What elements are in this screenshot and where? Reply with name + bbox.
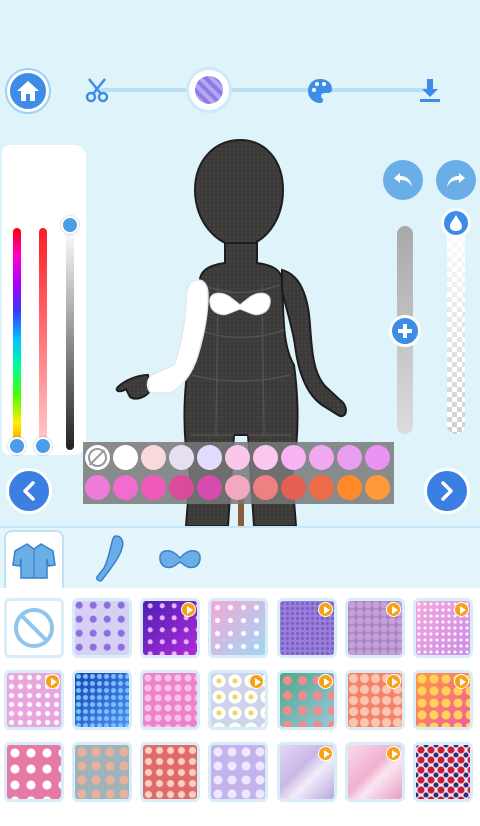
scissors-icon xyxy=(85,78,109,103)
water-drop-icon xyxy=(450,215,462,231)
color-slider-panel xyxy=(2,145,86,455)
shirt-icon xyxy=(12,543,56,579)
pattern-tile-galaxy-purple[interactable] xyxy=(140,598,200,658)
redo-icon xyxy=(447,173,465,187)
chevron-left-icon xyxy=(23,481,35,501)
tab-bow[interactable] xyxy=(150,530,210,588)
pattern-tile-rose-print[interactable] xyxy=(413,742,473,802)
tab-sleeve[interactable] xyxy=(80,530,140,588)
home-button[interactable] xyxy=(7,70,49,112)
saturation-slider-knob[interactable] xyxy=(34,437,52,455)
pattern-tile-pink-lace[interactable] xyxy=(4,670,64,730)
pattern-tile-cherry-blossom[interactable] xyxy=(4,742,64,802)
plus-icon xyxy=(398,324,412,338)
pattern-tile-pink-pattern[interactable] xyxy=(140,670,200,730)
bow-icon xyxy=(159,550,201,569)
pattern-tile-purple-stars[interactable] xyxy=(72,598,132,658)
step-cut[interactable] xyxy=(84,76,112,104)
hue-slider-knob[interactable] xyxy=(8,437,26,455)
brightness-slider-knob[interactable] xyxy=(61,216,79,234)
undo-button[interactable] xyxy=(383,160,423,200)
pattern-tile-pearl-satin[interactable] xyxy=(277,742,337,802)
chevron-right-icon xyxy=(441,481,453,501)
hue-slider[interactable] xyxy=(13,228,21,450)
color-swatch[interactable] xyxy=(169,445,194,470)
opacity-slider-knob[interactable] xyxy=(441,208,471,238)
step-fabric[interactable] xyxy=(189,70,229,110)
pattern-tile-red-floral[interactable] xyxy=(140,742,200,802)
tab-top[interactable] xyxy=(4,530,64,590)
color-swatch[interactable] xyxy=(113,475,138,500)
design-stage xyxy=(0,0,480,526)
next-button[interactable] xyxy=(424,468,470,514)
color-swatch[interactable] xyxy=(197,445,222,470)
color-swatch[interactable] xyxy=(253,445,278,470)
video-ad-icon xyxy=(318,602,333,617)
video-ad-icon xyxy=(249,674,264,689)
previous-button[interactable] xyxy=(6,468,52,514)
home-icon xyxy=(17,81,39,101)
no-color-swatch[interactable] xyxy=(85,445,110,470)
pattern-tile-pink-glitter[interactable] xyxy=(413,598,473,658)
color-swatch[interactable] xyxy=(225,445,250,470)
color-swatch[interactable] xyxy=(85,475,110,500)
color-swatch[interactable] xyxy=(337,475,362,500)
video-ad-icon xyxy=(318,746,333,761)
progress-track xyxy=(100,88,430,92)
video-ad-icon xyxy=(386,674,401,689)
video-ad-icon xyxy=(181,602,196,617)
color-swatch[interactable] xyxy=(365,445,390,470)
pattern-grid xyxy=(0,588,480,826)
pattern-tile-orange-floral[interactable] xyxy=(413,670,473,730)
palette-icon xyxy=(308,79,332,103)
color-swatch[interactable] xyxy=(365,475,390,500)
video-ad-icon xyxy=(386,602,401,617)
pattern-tile-pink-sparkle[interactable] xyxy=(208,598,268,658)
color-swatch[interactable] xyxy=(169,475,194,500)
video-ad-icon xyxy=(45,674,60,689)
pattern-tile-lavender-floral[interactable] xyxy=(208,742,268,802)
video-ad-icon xyxy=(454,602,469,617)
color-swatch[interactable] xyxy=(113,445,138,470)
pattern-tile-pink-satin[interactable] xyxy=(345,742,405,802)
color-swatch[interactable] xyxy=(337,445,362,470)
mannequin-left-hand xyxy=(115,373,152,400)
video-ad-icon xyxy=(454,674,469,689)
color-swatch[interactable] xyxy=(309,475,334,500)
color-swatch[interactable] xyxy=(225,475,250,500)
pattern-tile-tropical[interactable] xyxy=(277,670,337,730)
saturation-slider[interactable] xyxy=(39,228,47,450)
color-swatch[interactable] xyxy=(141,445,166,470)
size-slider-knob[interactable] xyxy=(389,315,421,347)
pattern-tile-violet-glitter[interactable] xyxy=(277,598,337,658)
video-ad-icon xyxy=(318,674,333,689)
color-swatch[interactable] xyxy=(197,475,222,500)
redo-button[interactable] xyxy=(436,160,476,200)
pattern-tile-coral-floral[interactable] xyxy=(345,670,405,730)
color-palette xyxy=(83,442,394,504)
download-icon xyxy=(420,79,440,102)
step-paint[interactable] xyxy=(306,77,334,105)
pattern-tile-vintage-floral[interactable] xyxy=(72,742,132,802)
sleeve-icon xyxy=(96,535,124,582)
color-swatch[interactable] xyxy=(141,475,166,500)
step-save[interactable] xyxy=(418,77,442,103)
fabric-icon xyxy=(195,76,223,104)
brightness-slider[interactable] xyxy=(66,228,74,450)
mannequin-head xyxy=(193,138,285,249)
video-ad-icon xyxy=(386,746,401,761)
color-swatch[interactable] xyxy=(281,475,306,500)
part-tabs xyxy=(0,526,480,590)
undo-icon xyxy=(394,173,412,187)
color-swatch[interactable] xyxy=(281,445,306,470)
no-pattern-tile[interactable] xyxy=(4,598,64,658)
pattern-tile-blue-sequin[interactable] xyxy=(72,670,132,730)
pattern-tile-daisy[interactable] xyxy=(208,670,268,730)
color-swatch[interactable] xyxy=(309,445,334,470)
no-entry-icon xyxy=(14,608,54,648)
opacity-slider[interactable] xyxy=(447,212,465,434)
color-swatch[interactable] xyxy=(253,475,278,500)
pattern-tile-lilac-sequin[interactable] xyxy=(345,598,405,658)
